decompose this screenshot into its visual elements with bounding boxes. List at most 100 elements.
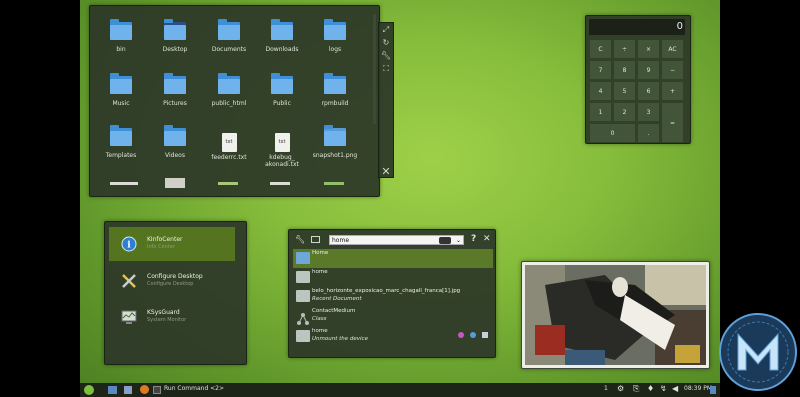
file-label: kdebug_ akonadi.txt (265, 154, 299, 168)
search-input[interactable]: home ⌄ (329, 235, 464, 245)
calc-button[interactable]: ÷ (613, 39, 636, 59)
calc-button[interactable]: = (661, 102, 684, 143)
calc-button[interactable]: × (637, 39, 660, 59)
settings-icon[interactable]: ⚙ (617, 384, 624, 393)
desktop-icon[interactable] (108, 386, 117, 394)
clear-icon[interactable] (439, 237, 451, 244)
wrench-icon[interactable]: 🔧︎ (295, 235, 305, 244)
close-icon[interactable]: ✕ (379, 165, 393, 178)
calc-button[interactable]: C (589, 39, 612, 59)
network-icon[interactable]: ↯ (660, 384, 667, 393)
calc-button[interactable]: 0 (589, 123, 636, 143)
rotate-icon[interactable]: ↻ (379, 36, 393, 49)
result-row[interactable]: ContactMedium Class (293, 307, 493, 326)
clock[interactable]: 08:39 PM (684, 385, 712, 392)
file-item[interactable]: txt feederrc.txt (202, 128, 256, 161)
file-item[interactable]: Downloads (255, 19, 309, 53)
image-file-icon (296, 290, 310, 302)
favorite-kinfocenter[interactable]: i KInfoCenter Info Center (109, 227, 235, 261)
text-file-icon: txt (221, 133, 237, 152)
result-subtitle: Recent Document (312, 296, 362, 302)
partial-file-icon[interactable] (270, 182, 290, 185)
file-item[interactable]: txt kdebug_ akonadi.txt (255, 128, 309, 168)
calc-button[interactable]: 3 (637, 102, 660, 122)
file-item[interactable]: logs (308, 19, 362, 53)
task-run-command[interactable]: Run Command <2> (164, 385, 224, 392)
volume-icon[interactable]: ◀ (672, 384, 678, 393)
handle-spacer (379, 75, 393, 165)
calc-button[interactable]: 2 (613, 102, 636, 122)
folder-icon (110, 73, 132, 94)
picture-frame-widget[interactable] (521, 261, 710, 369)
file-item[interactable]: Pictures (148, 73, 202, 107)
pager[interactable]: 1 (604, 385, 608, 392)
text-file-icon: txt (274, 133, 290, 152)
action-icon[interactable] (458, 332, 464, 338)
folder-view-scrollbar[interactable] (373, 14, 376, 124)
file-item[interactable]: Music (94, 73, 148, 107)
calc-button[interactable]: 5 (613, 81, 636, 101)
file-item[interactable]: Templates (94, 125, 148, 159)
result-subtitle: Class (312, 316, 327, 322)
calc-button[interactable]: − (661, 60, 684, 80)
calc-button[interactable]: 9 (637, 60, 660, 80)
launcher-favorites-widget: i KInfoCenter Info Center Configure Desk… (104, 221, 247, 365)
help-icon[interactable]: ? (471, 234, 476, 244)
clipboard-icon[interactable]: ⎘ (633, 384, 639, 394)
close-icon[interactable]: ✕ (483, 234, 491, 244)
result-row[interactable]: home Unmount the device (293, 327, 493, 346)
resize-icon[interactable]: ⤢ (379, 23, 393, 36)
partial-file-icon[interactable] (165, 178, 185, 188)
file-label: Documents (211, 46, 247, 53)
partial-file-icon[interactable] (324, 182, 344, 185)
file-item[interactable]: Documents (202, 19, 256, 53)
calc-button[interactable]: . (637, 123, 660, 143)
file-item[interactable]: rpmbuild (308, 73, 362, 107)
image-file-icon (324, 125, 346, 146)
action-icon[interactable] (470, 332, 476, 338)
calc-button[interactable]: AC (661, 39, 684, 59)
files-icon[interactable] (124, 386, 132, 394)
calc-button[interactable]: 4 (589, 81, 612, 101)
result-row[interactable]: Home (293, 249, 493, 268)
partial-file-icon[interactable] (110, 182, 138, 185)
calc-button[interactable]: 7 (589, 60, 612, 80)
file-item[interactable]: Desktop (148, 19, 202, 53)
file-item[interactable]: bin (94, 19, 148, 53)
file-label: public_html (211, 100, 247, 107)
file-item[interactable]: Public (255, 73, 309, 107)
desktop-folder-icon (164, 19, 186, 40)
wrench-icon[interactable]: 🔧︎ (379, 49, 393, 62)
favorite-ksysguard[interactable]: KSysGuard System Monitor (109, 300, 235, 334)
info-icon: i (121, 236, 137, 252)
result-subtitle: Unmount the device (312, 336, 368, 342)
result-row[interactable]: belo_horizonte_exposicao_marc_chagall_fr… (293, 287, 493, 306)
folder-icon (324, 73, 346, 94)
file-item[interactable]: public_html (202, 73, 256, 107)
calc-button[interactable]: 1 (589, 102, 612, 122)
calculator-widget: 0 C ÷ × AC 7 8 9− 4 5 6 +1 2 3 = 0. (585, 15, 691, 144)
favorite-title: KSysGuard (147, 309, 180, 316)
favorite-configure-desktop[interactable]: Configure Desktop Configure Desktop (109, 264, 235, 298)
folder-icon (218, 73, 240, 94)
partial-file-icon[interactable] (218, 182, 238, 185)
action-icon[interactable] (482, 332, 488, 338)
app-icon[interactable] (153, 386, 161, 394)
krunner-toolbar: 🔧︎ home ⌄ ? ✕ (293, 234, 491, 246)
result-row[interactable]: home (293, 268, 493, 287)
channel-logo (719, 313, 797, 391)
kde-menu-icon[interactable] (84, 385, 94, 395)
chevron-down-icon[interactable]: ⌄ (456, 236, 461, 246)
calc-button[interactable]: 6 (637, 81, 660, 101)
calc-button[interactable]: + (661, 81, 684, 101)
calc-button[interactable]: 8 (613, 60, 636, 80)
file-item[interactable]: Videos (148, 125, 202, 159)
file-item[interactable]: snapshot1.png (308, 125, 362, 159)
favorite-title: Configure Desktop (147, 273, 203, 280)
result-title: ContactMedium (312, 308, 356, 314)
activity-icon[interactable] (311, 236, 320, 243)
expand-icon[interactable]: ⛶ (379, 62, 393, 75)
panel-toolbox-icon[interactable] (710, 386, 716, 394)
notifications-icon[interactable]: ♦ (647, 384, 654, 393)
firefox-icon[interactable] (140, 385, 149, 394)
